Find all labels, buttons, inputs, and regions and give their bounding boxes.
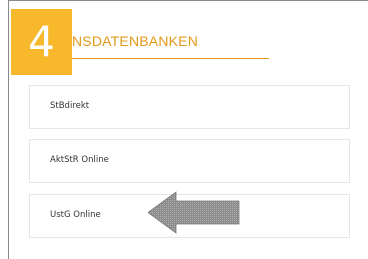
section-title-underline <box>72 58 269 59</box>
section-title: NSDATENBANKEN <box>72 33 199 49</box>
database-item-aktstr-online[interactable]: AktStR Online <box>29 139 350 183</box>
database-item-label: UstG Online <box>50 210 101 220</box>
left-arrow-icon <box>147 190 240 235</box>
database-item-stbdirekt[interactable]: StBdirekt <box>29 85 350 129</box>
database-item-label: AktStR Online <box>50 155 109 165</box>
database-item-label: StBdirekt <box>50 101 90 111</box>
step-number-badge: 4 <box>11 9 72 75</box>
